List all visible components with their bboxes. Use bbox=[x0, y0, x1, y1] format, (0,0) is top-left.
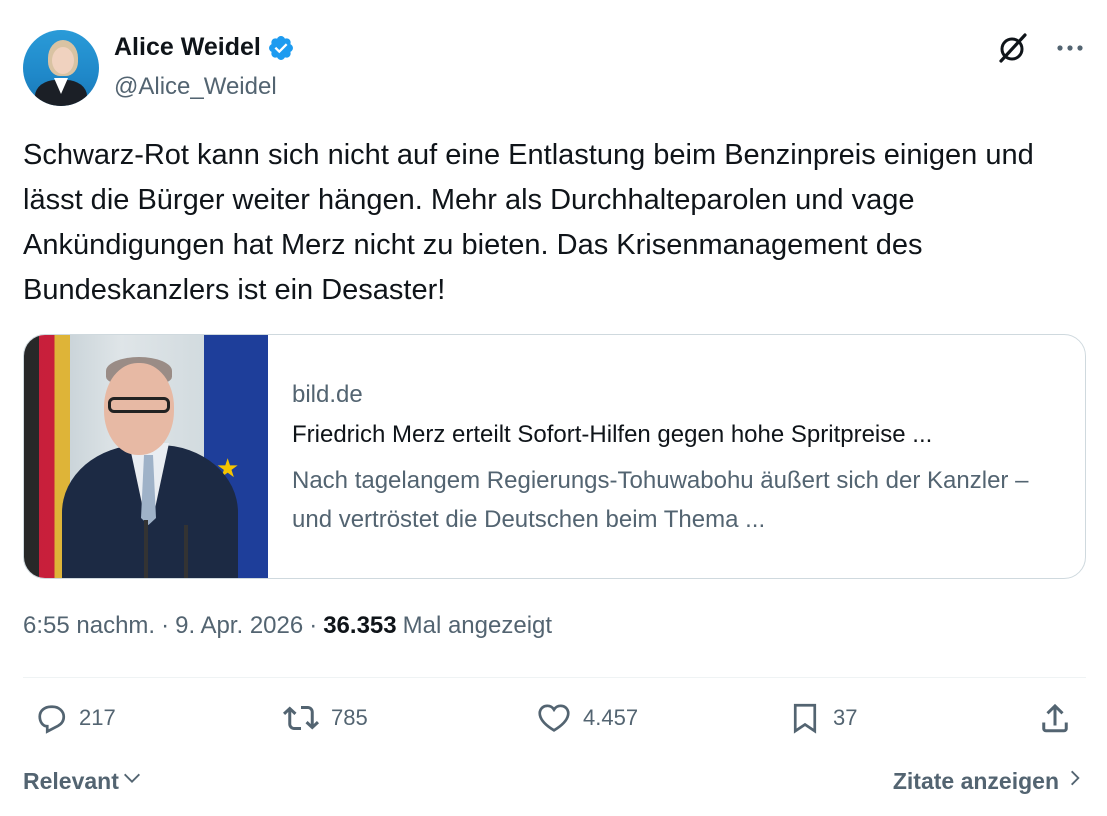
tweet-date[interactable]: 9. Apr. 2026 bbox=[175, 612, 303, 640]
chevron-right-icon bbox=[1065, 767, 1085, 795]
author-name[interactable]: Alice Weidel bbox=[114, 33, 261, 62]
sort-replies-dropdown[interactable]: Relevant bbox=[23, 767, 143, 795]
tweet-time[interactable]: 6:55 nachm. bbox=[23, 612, 155, 640]
like-button[interactable]: 4.457 bbox=[535, 700, 638, 736]
author-avatar[interactable] bbox=[23, 30, 99, 106]
reply-count: 217 bbox=[79, 705, 116, 730]
link-description: Nach tagelangem Regierungs-Tohuwabohu äu… bbox=[292, 467, 1029, 533]
reply-icon bbox=[33, 700, 69, 736]
more-icon[interactable] bbox=[1055, 33, 1085, 63]
quotes-label: Zitate anzeigen bbox=[892, 767, 1059, 794]
tweet-text: Schwarz-Rot kann sich nicht auf eine Ent… bbox=[23, 139, 1034, 306]
repost-button[interactable]: 785 bbox=[281, 700, 368, 736]
view-quotes-link[interactable]: Zitate anzeigen bbox=[893, 767, 1085, 795]
tweet-meta: 6:55 nachm. · 9. Apr. 2026 · 36.353 Mal … bbox=[23, 612, 552, 640]
share-icon bbox=[1037, 700, 1073, 736]
link-title: Friedrich Merz erteilt Sofort-Hilfen geg… bbox=[292, 421, 933, 448]
like-count: 4.457 bbox=[583, 705, 639, 730]
divider bbox=[23, 677, 1086, 678]
sort-label: Relevant bbox=[23, 767, 119, 794]
link-preview-text[interactable]: bild.de Friedrich Merz erteilt Sofort-Hi… bbox=[268, 335, 1085, 578]
link-domain: bild.de bbox=[292, 381, 363, 408]
tweet-header-actions bbox=[995, 30, 1085, 66]
meta-separator: · bbox=[309, 612, 318, 639]
repost-icon bbox=[281, 700, 321, 736]
bookmark-button[interactable]: 37 bbox=[787, 700, 857, 736]
verified-badge-icon[interactable] bbox=[267, 34, 295, 62]
view-count: 36.353 bbox=[323, 612, 397, 639]
grok-icon[interactable] bbox=[995, 30, 1031, 66]
reply-button[interactable]: 217 bbox=[33, 700, 116, 736]
link-preview-card[interactable]: bild.de Friedrich Merz erteilt Sofort-Hi… bbox=[23, 334, 1086, 579]
share-button[interactable] bbox=[1037, 700, 1073, 736]
author-handle[interactable]: @Alice_Weidel bbox=[114, 73, 277, 101]
tweet-actions-bar: 217 785 4.457 37 bbox=[23, 700, 1086, 746]
bookmark-icon bbox=[787, 700, 823, 736]
author-name-row[interactable]: Alice Weidel bbox=[114, 33, 295, 62]
bookmark-count: 37 bbox=[833, 705, 858, 730]
link-preview-image[interactable] bbox=[24, 335, 268, 578]
chevron-down-icon bbox=[121, 767, 143, 795]
repost-count: 785 bbox=[331, 705, 368, 730]
meta-separator: · bbox=[161, 612, 170, 639]
heart-icon bbox=[535, 700, 573, 736]
view-count-label: Mal angezeigt bbox=[402, 612, 553, 639]
